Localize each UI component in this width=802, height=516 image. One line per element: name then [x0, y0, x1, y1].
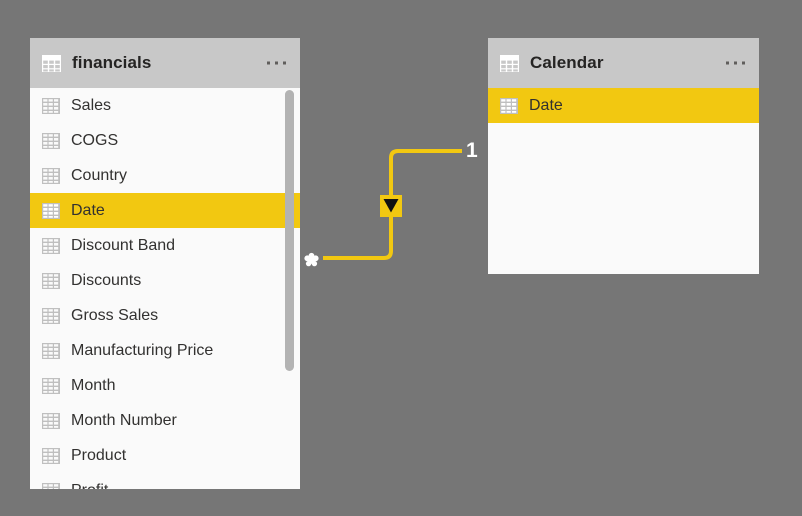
cardinality-one-label: 1	[466, 139, 478, 162]
field-label: Month	[71, 376, 116, 394]
field-row[interactable]: Gross Sales	[30, 298, 300, 333]
table-header-financials[interactable]: financials	[30, 38, 300, 88]
field-list-calendar[interactable]: Date	[488, 88, 759, 123]
field-label: Profit	[71, 482, 108, 490]
more-options-icon[interactable]	[265, 58, 288, 69]
field-row-selected[interactable]: Date	[30, 193, 300, 228]
table-icon	[42, 202, 60, 219]
model-canvas[interactable]: 1 financials Sales COGS Country Date Dis…	[0, 0, 802, 516]
field-list-scrollbar[interactable]	[285, 90, 295, 489]
table-icon	[42, 412, 60, 429]
field-label: Month Number	[71, 411, 177, 429]
field-row[interactable]: Month	[30, 368, 300, 403]
field-list-financials[interactable]: Sales COGS Country Date Discount Band Di…	[30, 88, 300, 489]
table-icon	[42, 307, 60, 324]
table-icon	[42, 54, 61, 72]
cardinality-many-glyph	[304, 252, 319, 267]
field-row[interactable]: Product	[30, 438, 300, 473]
table-icon	[42, 342, 60, 359]
field-label: Date	[529, 96, 563, 114]
table-icon	[42, 482, 60, 489]
table-icon	[500, 97, 518, 114]
table-icon	[42, 97, 60, 114]
field-row[interactable]: Profit	[30, 473, 300, 489]
table-icon	[42, 377, 60, 394]
table-icon	[42, 447, 60, 464]
table-card-financials[interactable]: financials Sales COGS Country Date Disco…	[30, 38, 300, 489]
more-options-icon[interactable]	[724, 58, 747, 69]
table-title-financials: financials	[72, 53, 152, 72]
field-label: COGS	[71, 131, 119, 149]
field-label: Product	[71, 446, 127, 464]
field-label: Date	[71, 201, 105, 219]
table-icon	[42, 132, 60, 149]
field-row[interactable]: Discount Band	[30, 228, 300, 263]
field-label: Country	[71, 166, 128, 184]
table-title-calendar: Calendar	[530, 53, 604, 72]
table-icon	[42, 237, 60, 254]
table-icon	[42, 167, 60, 184]
scrollbar-thumb[interactable]	[285, 90, 294, 371]
field-label: Gross Sales	[71, 306, 159, 324]
field-row[interactable]: Sales	[30, 88, 300, 123]
field-row[interactable]: COGS	[30, 123, 300, 158]
field-label: Sales	[71, 96, 112, 114]
field-row[interactable]: Month Number	[30, 403, 300, 438]
table-icon	[500, 54, 519, 72]
field-row[interactable]: Discounts	[30, 263, 300, 298]
table-icon	[42, 272, 60, 289]
filter-direction-arrow-icon	[380, 195, 402, 217]
table-card-calendar[interactable]: Calendar Date	[488, 38, 759, 274]
field-row[interactable]: Country	[30, 158, 300, 193]
table-header-calendar[interactable]: Calendar	[488, 38, 759, 88]
field-row-selected[interactable]: Date	[488, 88, 759, 123]
field-row[interactable]: Manufacturing Price	[30, 333, 300, 368]
field-label: Discounts	[71, 271, 142, 289]
field-label: Discount Band	[71, 236, 176, 254]
field-label: Manufacturing Price	[71, 341, 214, 359]
